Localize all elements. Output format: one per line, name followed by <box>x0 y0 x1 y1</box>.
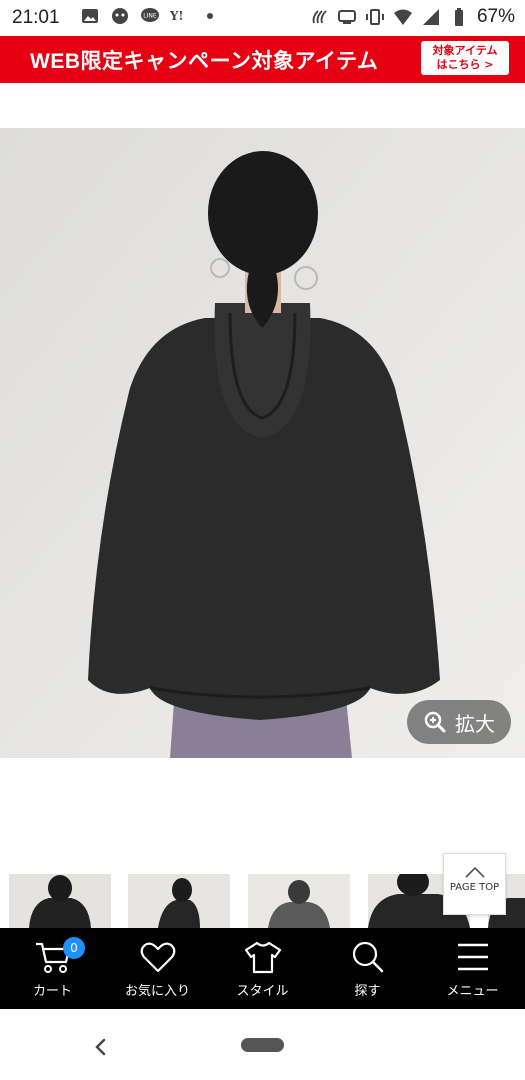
system-icons: 67% <box>309 6 515 28</box>
nav-menu[interactable]: メニュー <box>420 928 525 1009</box>
home-pill[interactable] <box>241 1038 284 1052</box>
thumbnail-photo <box>248 874 350 928</box>
yahoo-icon: Y! <box>170 9 183 23</box>
chevron-up-icon <box>464 866 485 878</box>
banner-cta-line1: 対象アイテム <box>432 44 498 57</box>
banner-cta-button[interactable]: 対象アイテム はこちら > <box>421 41 509 75</box>
tshirt-icon <box>244 941 281 974</box>
nfc-icon <box>312 10 327 24</box>
nav-favorites-label: お気に入り <box>124 984 190 999</box>
thumbnail[interactable] <box>9 874 111 928</box>
signal-icon <box>422 9 439 25</box>
bottom-nav: 0 カート お気に入り スタイル 探す メニュー <box>0 928 525 1009</box>
hamburger-menu-icon <box>457 943 488 971</box>
zoom-button[interactable]: 拡大 <box>407 700 511 744</box>
dot-icon <box>207 13 213 19</box>
nav-menu-label: メニュー <box>446 984 499 999</box>
heart-icon <box>140 942 175 973</box>
nav-favorites[interactable]: お気に入り <box>105 928 210 1009</box>
back-icon[interactable] <box>93 1037 107 1057</box>
page-top-button[interactable]: PAGE TOP <box>443 853 506 915</box>
product-photo <box>0 128 525 758</box>
status-time: 21:01 <box>12 7 60 28</box>
zoom-label: 拡大 <box>455 711 495 736</box>
search-icon <box>352 941 383 973</box>
nav-search-label: 探す <box>354 984 381 999</box>
banner-cta-line2: はこちら > <box>436 58 494 71</box>
notification-icons: LINE Y! <box>80 6 220 26</box>
vibrate-icon <box>365 9 384 25</box>
cart-count-badge: 0 <box>63 937 85 959</box>
system-nav-bar <box>0 1009 525 1080</box>
gallery-icon <box>82 9 98 23</box>
page-top-label: PAGE TOP <box>449 882 500 893</box>
wifi-icon <box>393 9 412 25</box>
line-icon: LINE <box>141 8 159 22</box>
campaign-banner[interactable]: WEB限定キャンペーン対象アイテム 対象アイテム はこちら > <box>0 36 525 83</box>
banner-title: WEB限定キャンペーン対象アイテム <box>30 50 379 73</box>
nav-style[interactable]: スタイル <box>210 928 315 1009</box>
status-bar: 21:01 LINE Y! 67% <box>0 0 525 36</box>
nav-cart-label: カート <box>32 984 72 999</box>
thumbnail[interactable] <box>128 874 230 928</box>
product-image[interactable] <box>0 128 525 758</box>
nav-cart[interactable]: 0 カート <box>0 928 105 1009</box>
thumbnail-photo <box>9 874 111 928</box>
page: 21:01 LINE Y! 67% WEB限定キャンペーン対象アイテム 対象アイ… <box>0 0 525 1080</box>
svg-text:Y!: Y! <box>170 9 183 23</box>
nav-search[interactable]: 探す <box>315 928 420 1009</box>
thumbnail[interactable] <box>248 874 350 928</box>
game-icon <box>112 8 128 24</box>
thumbnail-photo <box>128 874 230 928</box>
cast-icon <box>337 10 356 24</box>
battery-icon <box>454 8 463 26</box>
nav-style-label: スタイル <box>236 984 289 999</box>
battery-level: 67% <box>476 6 515 27</box>
svg-text:LINE: LINE <box>143 13 157 20</box>
zoom-in-icon <box>424 711 446 733</box>
